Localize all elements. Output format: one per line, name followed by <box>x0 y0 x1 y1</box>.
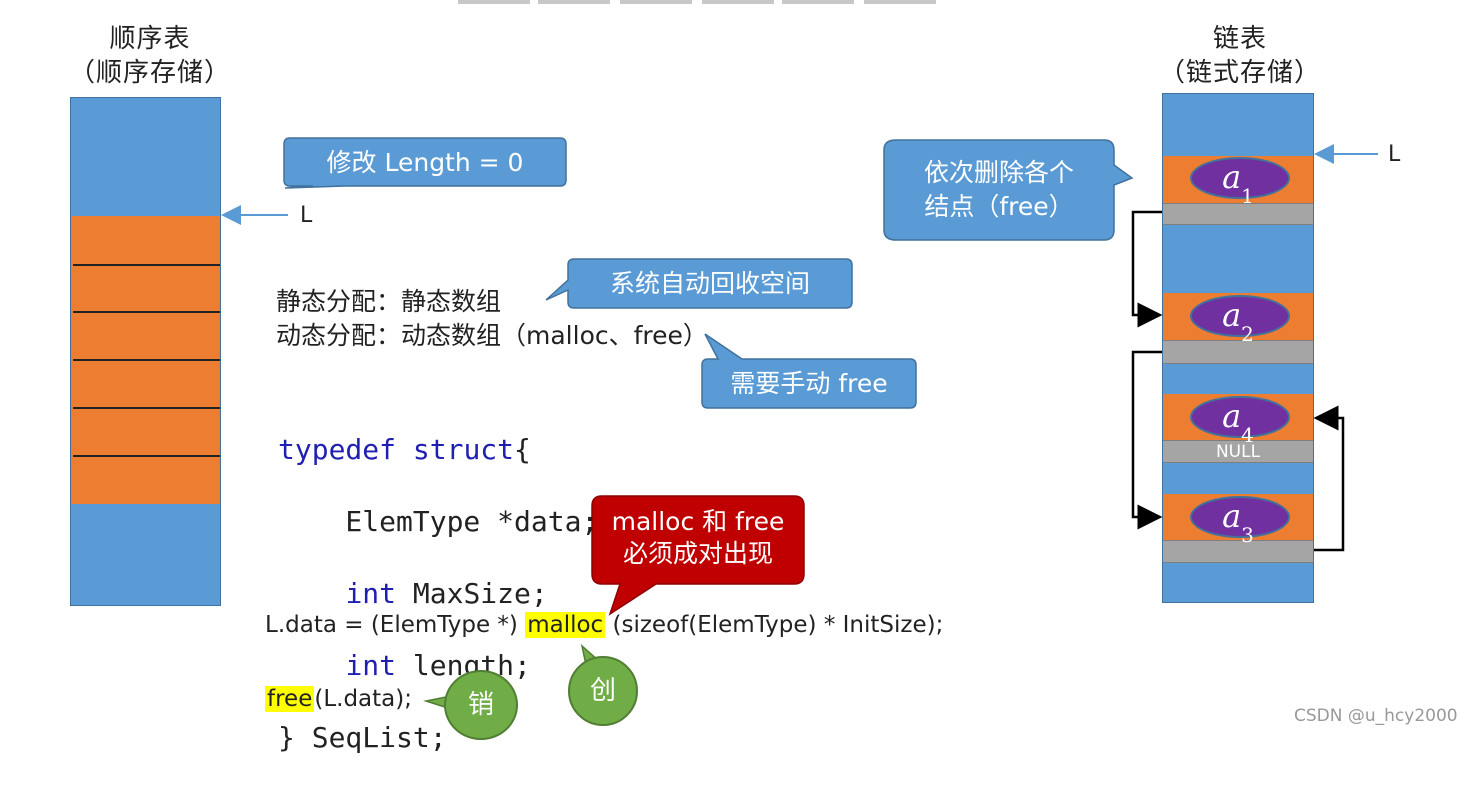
code-line-2: ElemType *data; <box>278 505 599 538</box>
bubble-length: 修改 Length = 0 <box>326 148 524 177</box>
seq-pointer-label: L <box>300 203 313 228</box>
bubble-delete-line2: 结点（free） <box>924 192 1074 221</box>
bubble-delete-line1: 依次删除各个 <box>923 158 1074 187</box>
malloc-highlight: malloc <box>525 612 606 638</box>
link-arrow-a3-a4 <box>1313 405 1345 552</box>
create-circle: 创 <box>568 656 638 726</box>
bubble-pair-line1: malloc 和 free <box>611 507 785 536</box>
code-line-1: typedef struct{ <box>278 433 531 466</box>
code-line-3: int MaxSize; <box>345 577 548 610</box>
static-allocation-text: 静态分配：静态数组 <box>276 287 502 316</box>
code-line-5: } SeqList; <box>278 721 447 754</box>
bubble-auto: 系统自动回收空间 <box>609 269 810 298</box>
malloc-statement: L.data = (ElemType *) malloc (sizeof(Ele… <box>265 612 944 638</box>
link-arrow-a2-a3 <box>1131 350 1163 530</box>
free-statement: free(L.data); <box>265 686 412 712</box>
link-arrow-a1-a2 <box>1131 210 1163 328</box>
bubble-manual: 需要手动 free <box>730 369 888 398</box>
link-pointer-label: L <box>1388 142 1401 167</box>
struct-code-block: typedef struct{ ElemType *data; int MaxS… <box>278 396 598 792</box>
bubble-delete: 依次删除各个 结点（free） <box>884 156 1114 224</box>
free-highlight: free <box>265 686 315 712</box>
watermark: CSDN @u_hcy2000 <box>1294 706 1458 726</box>
bubble-pair: malloc 和 free 必须成对出现 <box>592 506 804 570</box>
destroy-circle: 销 <box>444 670 518 740</box>
dynamic-allocation-text: 动态分配：动态数组（malloc、free） <box>276 321 708 350</box>
bubble-pair-line2: 必须成对出现 <box>622 539 773 568</box>
code-line-4: int length; <box>345 649 531 682</box>
